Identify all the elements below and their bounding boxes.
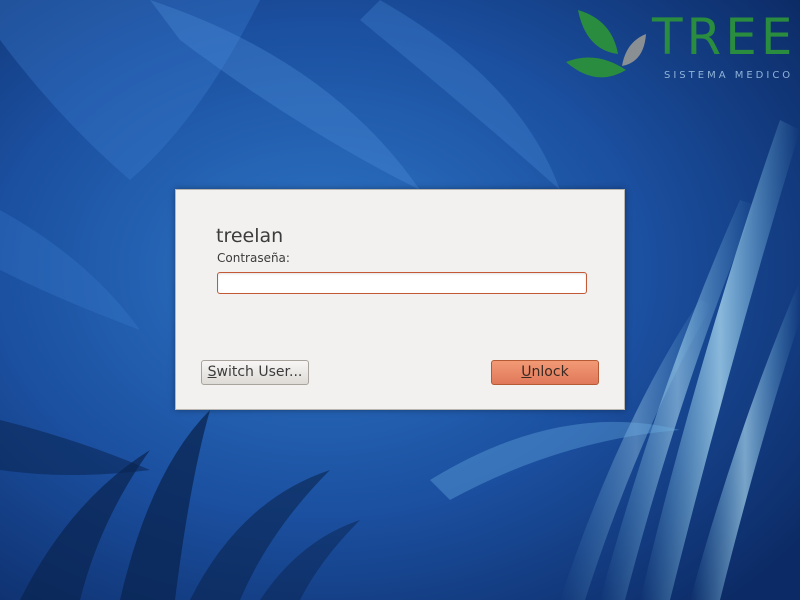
switch-user-mnemonic: S (207, 364, 217, 380)
tree-logo: TREE SISTEMA MEDICO (566, 6, 800, 90)
username-label: treelan (216, 225, 284, 247)
switch-user-label: witch User... (216, 364, 303, 380)
unlock-label: nlock (531, 364, 569, 380)
unlock-mnemonic: U (521, 364, 532, 380)
password-label: Contraseña: (217, 251, 290, 265)
logo-subtitle: SISTEMA MEDICO (664, 70, 794, 81)
unlock-dialog: treelan Contraseña: Switch User... Unloc… (175, 189, 625, 410)
password-input[interactable] (217, 272, 587, 294)
switch-user-button[interactable]: Switch User... (201, 360, 309, 385)
unlock-button[interactable]: Unlock (491, 360, 599, 385)
logo-wordmark: TREE (652, 8, 797, 66)
leaf-logo-icon (566, 10, 646, 78)
